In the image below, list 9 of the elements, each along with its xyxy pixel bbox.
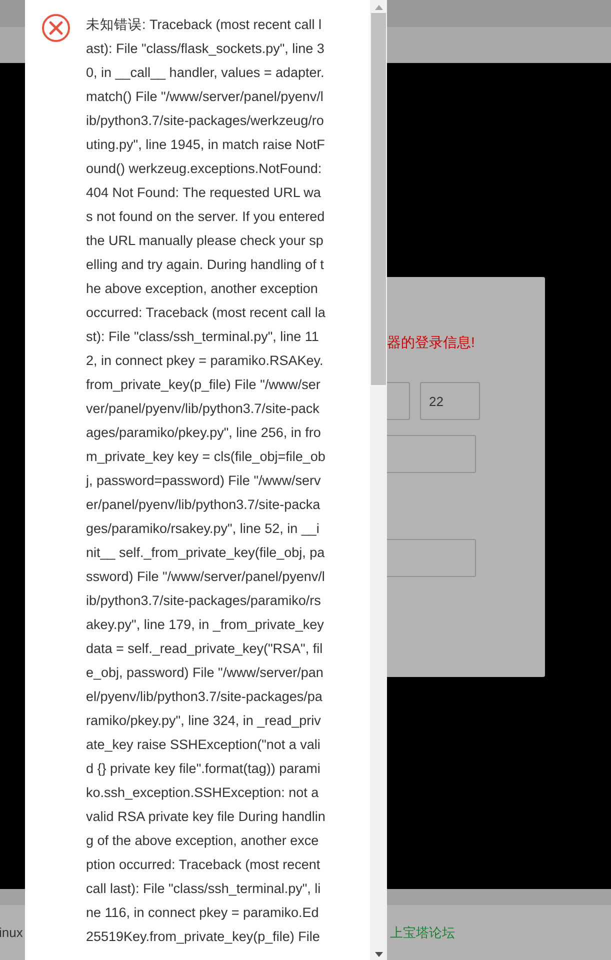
- footer-text: inux: [0, 925, 23, 940]
- scroll-thumb[interactable]: [371, 13, 386, 385]
- error-icon: [41, 13, 71, 43]
- scroll-down-icon[interactable]: [374, 952, 382, 957]
- error-message: 未知错误: Traceback (most recent call last): File "class/flask_sockets.py", line 30, in __call__ handler, values = adapter.match() File "/www/server/panel/pyenv/lib/python3.7/site-packages/werkzeug/routing.py", line 1945, in match raise NotFound() werkzeug.exceptions.NotFound: 404 Not Found: The requested URL was not found on the server. If you entered the URL manually please check your spelling and try again. During handling of the above exception, another exception occurred: Traceback (most recent call last): File "class/ssh_terminal.py", line 112, in connect pkey = paramiko.RSAKey.from_private_key(p_file) File "/www/server/panel/pyenv/lib/python3.7/site-packages/paramiko/pkey.py", line 256, in from_private_key key = cls(file_obj=file_obj, password=password) File "/www/server/panel/pyenv/lib/python3.7/site-packages/paramiko/rsakey.py", line 52, in __init__ self._from_private_key(file_obj, password) File "/www/server/panel/pyenv/lib/python3.7/site-packages/paramiko/rsakey.py", line 179, in _from_private_key data = self._read_private_key("RSA", file_obj, password) File "/www/server/panel/pyenv/lib/python3.7/site-packages/paramiko/pkey.py", line 324, in _read_private_key raise SSHException("not a valid {} private key file".format(tag)) paramiko.ssh_exception.SSHException: not a valid RSA private key file During handling of the above exception, another exception occurred: Traceback (most recent call last): File "class/ssh_terminal.py", line 116, in connect pkey = paramiko.Ed25519Key.from_private_key(p_file) File: [86, 16, 326, 946]
- notice-text: 器的登录信息!: [387, 334, 475, 352]
- port-field[interactable]: 22: [420, 382, 480, 420]
- scrollbar[interactable]: [370, 0, 387, 960]
- scroll-up-icon[interactable]: [374, 5, 382, 10]
